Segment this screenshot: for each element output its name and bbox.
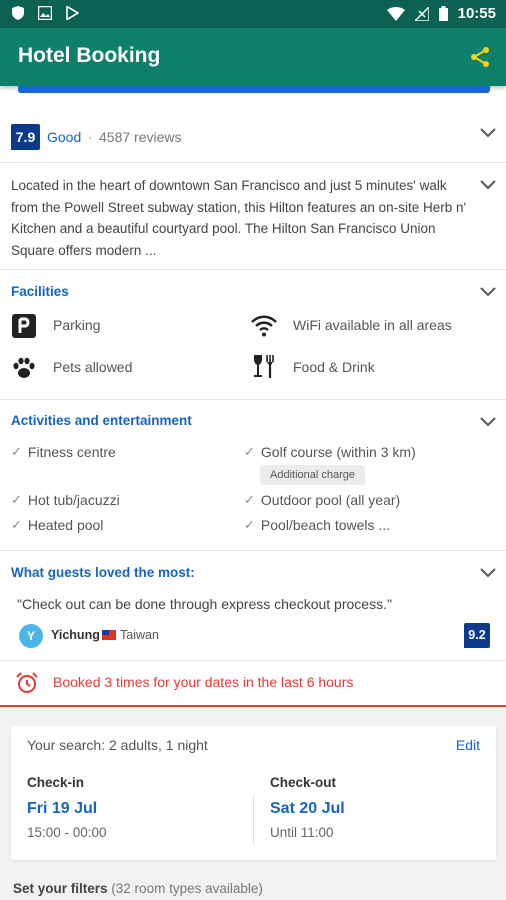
chevron-down-icon[interactable] [480,417,496,427]
activity-item: ✓ Pool/beach towels ... [244,517,390,533]
activity-label: Heated pool [27,517,104,533]
check-icon: ✓ [244,517,255,532]
search-card: Your search: 2 adults, 1 night Edit Chec… [11,726,496,860]
photo-gallery-edge [18,86,490,93]
additional-charge-badge: Additional charge [260,465,366,485]
rating-word: Good [47,129,82,145]
taiwan-flag-icon [102,630,116,640]
parking-icon [12,314,36,338]
check-icon: ✓ [11,517,22,532]
activity-item: ✓ Fitness centre [11,444,116,460]
check-icon: ✓ [244,492,255,507]
chevron-down-icon[interactable] [480,128,496,138]
guest-quote: "Check out can be done through express c… [17,596,392,612]
battery-icon [438,6,448,21]
search-summary: Your search: 2 adults, 1 night [27,737,208,753]
image-icon [38,6,52,20]
share-icon[interactable] [468,45,492,69]
check-icon: ✓ [244,444,255,459]
activity-item: ✓ Hot tub/jacuzzi [11,492,120,508]
avatar: Y [19,624,43,648]
play-store-icon [66,6,79,20]
activity-label: Outdoor pool (all year) [260,492,401,508]
status-bar: 10:55 [0,0,506,28]
facility-label-food-drink: Food & Drink [293,359,375,375]
activity-label: Fitness centre [27,444,116,460]
divider [253,796,254,844]
checkin-label: Check-in [27,775,85,790]
filters-label: Set your filters [13,881,108,896]
guest-country: Taiwan [120,628,159,642]
facility-label-pets: Pets allowed [53,359,133,375]
facility-label-wifi: WiFi available in all areas [293,317,452,333]
food-drink-icon [254,355,274,378]
checkout-label: Check-out [270,775,337,790]
review-count[interactable]: 4587 reviews [99,129,182,145]
room-types-count: (32 room types available) [111,881,263,896]
activity-item: ✓ Outdoor pool (all year) [244,492,400,508]
guest-name: Yichung [51,628,100,642]
filters-header[interactable]: Set your filters (32 room types availabl… [13,881,263,896]
chevron-down-icon[interactable] [480,568,496,578]
app-bar: Hotel Booking [0,28,506,86]
activity-label: Pool/beach towels ... [260,517,391,533]
app-title: Hotel Booking [18,44,161,67]
hotel-description: Located in the heart of downtown San Fra… [11,178,467,258]
activity-label: Golf course (within 3 km) [260,444,416,460]
facilities-title: Facilities [11,284,69,299]
alarm-clock-icon [16,672,38,693]
checkout-date[interactable]: Sat 20 Jul [270,800,345,818]
alert-text: Booked 3 times for your dates in the las… [53,674,354,690]
chevron-down-icon[interactable] [480,180,496,190]
cellular-signal-icon [414,6,429,21]
shield-icon [12,6,24,20]
check-icon: ✓ [11,444,22,459]
rating-separator: · [88,129,93,145]
edit-search-button[interactable]: Edit [456,737,480,753]
chevron-down-icon[interactable] [480,287,496,297]
activity-label: Hot tub/jacuzzi [27,492,120,508]
paw-icon [13,357,35,378]
activity-item: ✓ Heated pool [11,517,103,533]
wifi-icon [251,315,277,337]
guest-score-badge: 9.2 [464,623,490,648]
check-icon: ✓ [11,492,22,507]
wifi-signal-icon [386,6,405,21]
guests-loved-title: What guests loved the most: [11,565,195,580]
clock-time: 10:55 [457,5,496,22]
activity-item: ✓ Golf course (within 3 km) [244,444,416,460]
rating-score-badge: 7.9 [11,124,40,150]
booking-alert: Booked 3 times for your dates in the las… [0,661,506,707]
checkin-time: 15:00 - 00:00 [27,825,107,840]
checkout-time: Until 11:00 [270,825,334,840]
facility-label-parking: Parking [53,317,101,333]
activities-title: Activities and entertainment [11,413,192,428]
checkin-date[interactable]: Fri 19 Jul [27,800,97,818]
